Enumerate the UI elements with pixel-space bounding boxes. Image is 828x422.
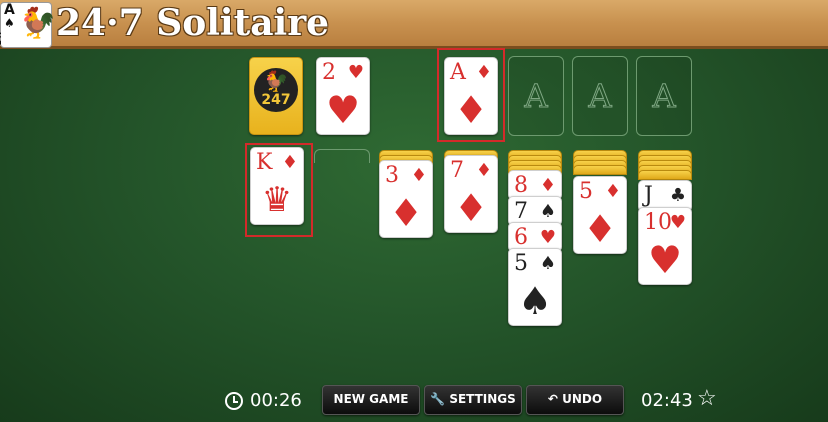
card-rank: 5 [514,251,528,276]
stock-emblem: 🐓 247 [254,68,298,112]
crown-icon: ♛ [261,180,293,220]
tableau-card-5-spades[interactable]: 5 ♠ ♠ [508,248,562,326]
card-rank: 3 [385,163,399,188]
card-rank: J [644,183,653,208]
app-title: 24·7 Solitaire [56,2,330,44]
card-rank: 7 [514,199,528,224]
diamond-icon: ♦ [281,152,298,173]
spade-icon: ♠ [539,201,556,222]
diamond-icon: ♦ [539,175,556,196]
card-rank: 5 [579,179,593,204]
waste-card[interactable]: 2 ♥ ♥ [316,57,370,135]
diamond-icon: ♦ [388,191,424,235]
undo-label: UNDO [562,392,603,406]
elapsed-timer: 00:26 [250,390,302,411]
diamond-icon: ♦ [475,160,492,181]
settings-button[interactable]: 🔧 SETTINGS [424,385,522,415]
rooster-icon: 🐓 [19,6,57,41]
card-rank: A [450,60,466,85]
club-icon: ♣ [669,185,686,206]
logo-suit: ♠ [4,16,15,30]
card-rank: 2 [322,60,336,85]
spade-icon: ♠ [539,253,556,274]
tableau-column-2-empty[interactable] [314,149,370,163]
undo-arrow-icon: ↶ [547,392,558,406]
tableau-card-10-hearts[interactable]: 10 ♥ ♥ [638,207,692,285]
diamond-icon: ♦ [475,62,492,83]
diamond-icon: ♦ [453,186,489,230]
logo-card: A ♠ 247 🐓 [0,2,56,48]
foundation-placeholder: A [652,77,676,116]
tableau-card-7-diamonds[interactable]: 7 ♦ ♦ [444,155,498,233]
best-time: 02:43 [641,390,693,411]
card-rank: 10 [644,210,672,235]
wrench-icon: 🔧 [430,392,446,406]
face-down-card [638,170,692,180]
foundation-placeholder: A [524,77,548,116]
undo-button[interactable]: ↶ UNDO [526,385,624,415]
card-rank: 6 [514,225,528,250]
diamond-icon: ♦ [453,88,489,132]
settings-label: SETTINGS [449,392,516,406]
stock-pile[interactable]: 🐓 247 [249,57,303,135]
heart-icon: ♥ [347,62,364,83]
new-game-button[interactable]: NEW GAME [322,385,420,415]
logo-brand: 247 [0,30,3,45]
tableau-card-5-diamonds[interactable]: 5 ♦ ♦ [573,176,627,254]
tableau-card-3-diamonds[interactable]: 3 ♦ ♦ [379,160,433,238]
card-rank: 8 [514,173,528,198]
foundation-4[interactable]: A [636,56,692,136]
foundation-placeholder: A [588,77,612,116]
stock-emblem-text: 247 [261,92,291,108]
diamond-icon: ♦ [410,165,427,186]
heart-icon: ♥ [539,227,556,248]
spade-icon: ♠ [517,279,553,323]
clock-icon [225,392,243,410]
heart-icon: ♥ [647,238,683,282]
star-icon[interactable]: ☆ [697,388,717,410]
heart-icon: ♥ [669,212,686,233]
diamond-icon: ♦ [582,207,618,251]
card-rank: K [256,150,273,175]
logo-rank: A [4,2,15,18]
diamond-icon: ♦ [604,181,621,202]
header-bar: A ♠ 247 🐓 24·7 Solitaire [0,0,828,49]
card-rank: 7 [450,158,464,183]
foundation-2[interactable]: A [508,56,564,136]
foundation-1[interactable]: A ♦ ♦ [444,57,498,135]
heart-icon: ♥ [325,88,361,132]
rooster-icon: 🐓 [263,69,289,93]
face-down-card [573,165,627,175]
tableau-card-k-diamonds[interactable]: K ♦ ♛ [250,147,304,225]
new-game-label: NEW GAME [333,392,409,406]
foundation-3[interactable]: A [572,56,628,136]
